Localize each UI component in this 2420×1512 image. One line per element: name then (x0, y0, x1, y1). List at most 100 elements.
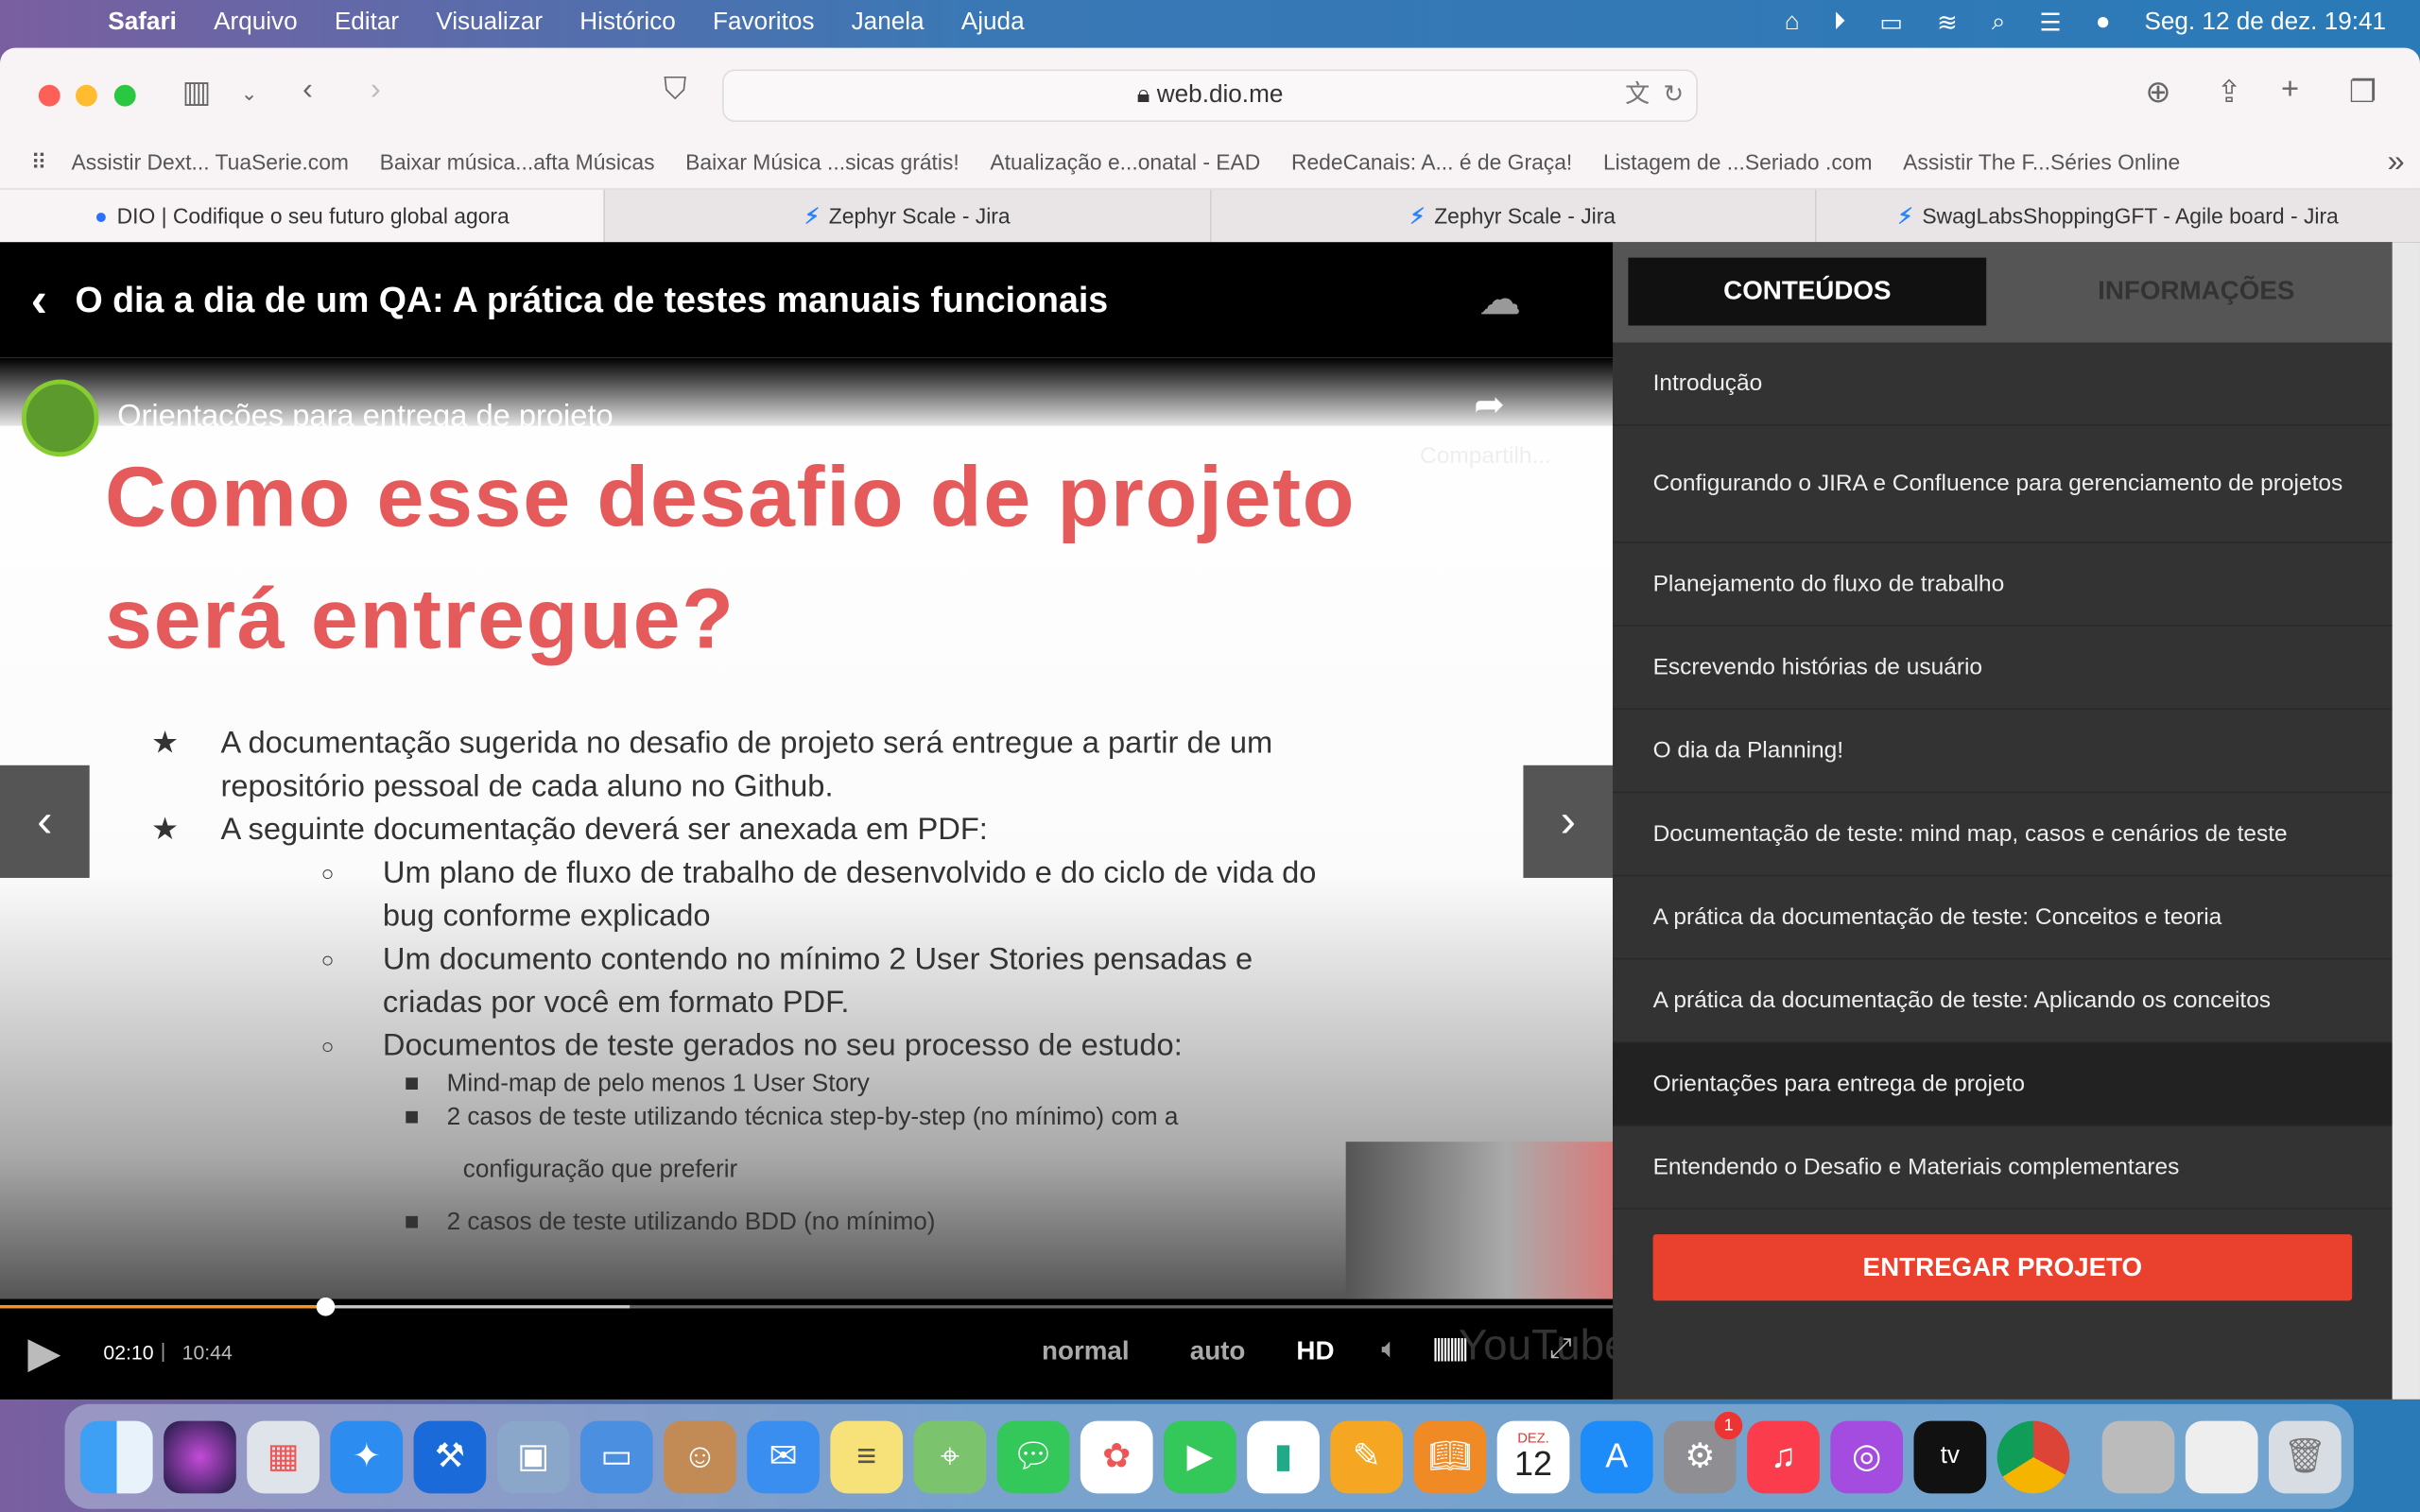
translate-icon[interactable]: 文 (1625, 71, 1650, 120)
tab-dio[interactable]: ● DIO | Codifique o seu futuro global ago… (0, 189, 604, 243)
bookmark[interactable]: Baixar Música ...sicas grátis! (685, 149, 959, 174)
launchpad-icon[interactable]: ▦ (247, 1419, 320, 1493)
speed-button[interactable]: normal (1042, 1336, 1130, 1367)
lesson-item[interactable]: Configurando o JIRA e Confluence para ge… (1613, 426, 2393, 543)
tab-swaglabs[interactable]: ⚡︎ SwagLabsShoppingGFT - Agile board - Ji… (1814, 189, 2420, 243)
tab-conteudos[interactable]: CONTEÚDOS (1628, 257, 1987, 326)
tab-zephyr-1[interactable]: ⚡︎ Zephyr Scale - Jira (603, 189, 1210, 243)
search-icon[interactable]: ⌕ (1992, 9, 2006, 36)
menu-ajuda[interactable]: Ajuda (961, 9, 1025, 36)
bookmark[interactable]: Baixar música...afta Músicas (380, 149, 655, 174)
play-circle-icon[interactable]: ⏵ (1833, 9, 1845, 36)
books-icon[interactable]: 📖︎ (1413, 1419, 1487, 1493)
messages-icon[interactable]: 💬︎ (996, 1419, 1070, 1493)
fullscreen-icon[interactable]: ⤢ (1549, 1333, 1572, 1366)
mail-icon[interactable]: ✉ (747, 1419, 820, 1493)
next-lesson-button[interactable]: › (1523, 765, 1614, 878)
youtube-logo[interactable]: YouTube (1459, 1321, 1629, 1370)
tab-zephyr-2[interactable]: ⚡︎ Zephyr Scale - Jira (1209, 189, 1815, 243)
menu-app[interactable]: Safari (108, 9, 177, 36)
podcasts-icon[interactable]: ◎ (1830, 1419, 1904, 1493)
chevron-down-icon[interactable]: ⌄ (241, 82, 258, 107)
lesson-item[interactable]: Entendendo o Desafio e Materiais complem… (1613, 1126, 2393, 1210)
volume-icon[interactable]: 🔈︎ (1381, 1333, 1398, 1366)
back-arrow-icon[interactable]: ‹ (31, 271, 47, 328)
scrollbar[interactable] (2392, 242, 2420, 1400)
downloads-icon[interactable]: ⊕ (2145, 73, 2170, 112)
play-button[interactable]: ▶ (27, 1327, 60, 1378)
menu-arquivo[interactable]: Arquivo (214, 9, 298, 36)
apple-tv-icon[interactable]: tv (1913, 1419, 1987, 1493)
lesson-item[interactable]: Introdução (1613, 342, 2393, 426)
tab-informacoes[interactable]: INFORMAÇÕES (2017, 258, 2376, 326)
video-title[interactable]: Orientações para entrega de projeto (117, 400, 614, 436)
music-icon[interactable]: ♫ (1747, 1419, 1820, 1493)
keynote-icon[interactable]: ▭ (579, 1419, 653, 1493)
bookmark[interactable]: RedeCanais: A... é de Graça! (1291, 149, 1572, 174)
siri-icon[interactable]: ● (2096, 9, 2111, 36)
previous-lesson-button[interactable]: ‹ (0, 765, 90, 878)
zoom-button[interactable] (113, 84, 136, 107)
battery-icon[interactable]: ▭ (1879, 7, 1903, 38)
progress-bar[interactable] (0, 1297, 1614, 1316)
lesson-item[interactable]: O dia da Planning! (1613, 710, 2393, 794)
maps-icon[interactable]: ⌖ (913, 1419, 987, 1493)
minimize-button[interactable] (75, 84, 97, 107)
reload-icon[interactable]: ↻ (1663, 71, 1684, 120)
system-preferences-icon[interactable]: ⚙ 1 (1663, 1411, 1743, 1493)
bookmark[interactable]: Assistir The F...Séries Online (1903, 149, 2180, 174)
safari-icon[interactable]: ✦ (330, 1419, 404, 1493)
home-icon[interactable]: ⌂ (1785, 9, 1800, 36)
sidebar-toggle-icon[interactable]: ▥ (182, 73, 212, 112)
progress-handle[interactable] (316, 1297, 336, 1316)
photos-icon[interactable]: ✿ (1080, 1419, 1153, 1493)
deliver-project-button[interactable]: ENTREGAR PROJETO (1652, 1234, 2353, 1301)
calendar-icon[interactable]: DEZ. 12 (1496, 1419, 1570, 1493)
trash-icon[interactable]: 🗑︎ (2268, 1419, 2342, 1493)
lesson-item[interactable]: Planejamento do fluxo de trabalho (1613, 543, 2393, 627)
grid-icon[interactable]: ⠿ (31, 149, 47, 176)
xcode-icon[interactable]: ⚒ (413, 1419, 487, 1493)
menu-editar[interactable]: Editar (335, 9, 399, 36)
menu-visualizar[interactable]: Visualizar (436, 9, 543, 36)
screenshot-stack-icon[interactable] (2185, 1419, 2258, 1493)
lesson-item[interactable]: Documentação de teste: mind map, casos e… (1613, 793, 2393, 877)
menu-favoritos[interactable]: Favoritos (713, 9, 814, 36)
share-icon[interactable]: ⇪ (2216, 73, 2241, 112)
forward-icon[interactable]: › (371, 73, 381, 109)
lesson-item[interactable]: Escrevendo histórias de usuário (1613, 627, 2393, 711)
control-center-icon[interactable]: ☰ (2039, 7, 2061, 38)
siri-icon[interactable] (164, 1419, 236, 1493)
new-tab-icon[interactable]: + (2281, 73, 2299, 109)
notes-icon[interactable]: ≡ (830, 1419, 904, 1493)
numbers-icon[interactable]: ▮ (1247, 1419, 1320, 1493)
menu-janela[interactable]: Janela (852, 9, 925, 36)
preview-icon[interactable]: ▣ (496, 1419, 570, 1493)
share-label[interactable]: Compartilh... (1420, 443, 1551, 470)
finder-icon[interactable] (79, 1419, 153, 1493)
wifi-icon[interactable]: ≋ (1937, 7, 1958, 38)
bookmark[interactable]: Atualização e...onatal - EAD (990, 149, 1260, 174)
bookmark[interactable]: Listagem de ...Seriado .com (1603, 149, 1873, 174)
chrome-icon[interactable] (1996, 1419, 2070, 1493)
pages-icon[interactable]: ✎ (1330, 1419, 1404, 1493)
datetime[interactable]: Seg. 12 de dez. 19:41 (2144, 9, 2386, 36)
lesson-item-active[interactable]: Orientações para entrega de projeto (1613, 1042, 2393, 1126)
downloads-stack-icon[interactable] (2101, 1419, 2175, 1493)
menu-historico[interactable]: Histórico (579, 9, 676, 36)
address-bar[interactable]: 🔒︎ web.dio.me 文 ↻ (722, 69, 1698, 122)
quality-auto-button[interactable]: auto (1190, 1336, 1246, 1367)
lesson-item[interactable]: A prática da documentação de teste: Apli… (1613, 960, 2393, 1043)
back-icon[interactable]: ‹ (302, 73, 313, 109)
lesson-item[interactable]: A prática da documentação de teste: Conc… (1613, 876, 2393, 960)
cloud-download-icon[interactable]: ☁ (1480, 276, 1520, 324)
bookmark[interactable]: Assistir Dext... TuaSerie.com (72, 149, 349, 174)
contacts-icon[interactable]: ☺ (664, 1419, 736, 1493)
tab-overview-icon[interactable]: ❐ (2349, 73, 2377, 112)
app-store-icon[interactable]: A (1580, 1419, 1653, 1493)
channel-avatar[interactable] (21, 379, 99, 457)
facetime-icon[interactable]: ▶ (1164, 1419, 1236, 1493)
share-icon[interactable]: ➦ (1474, 383, 1505, 427)
privacy-shield-icon[interactable]: ⛉ (664, 73, 686, 109)
quality-hd-button[interactable]: HD (1296, 1336, 1334, 1367)
